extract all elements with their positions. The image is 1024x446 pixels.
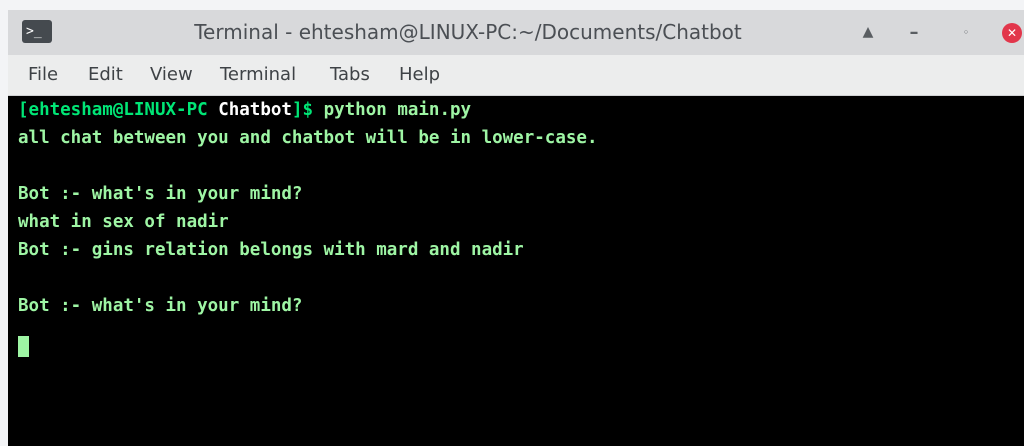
menu-view[interactable]: View	[150, 55, 193, 95]
output-line: what in sex of nadir	[18, 212, 229, 232]
prompt-directory: Chatbot	[218, 100, 292, 120]
menu-bar: File Edit View Terminal Tabs Help	[8, 55, 1024, 96]
terminal-window: >_ Terminal - ehtesham@LINUX-PC:~/Docume…	[8, 10, 1024, 446]
output-line: all chat between you and chatbot will be…	[18, 128, 598, 148]
minimize-button[interactable]: –	[902, 10, 926, 55]
maximize-button[interactable]: ◦	[954, 10, 978, 55]
prompt-symbol: ]$	[291, 100, 324, 120]
prompt-command: python main.py	[323, 100, 472, 120]
output-line: Bot :- what's in your mind?	[18, 296, 303, 316]
prompt-line: [ehtesham@LINUX-PC Chatbot]$ python main…	[18, 96, 471, 124]
menu-edit[interactable]: Edit	[88, 55, 123, 95]
menu-terminal[interactable]: Terminal	[220, 55, 296, 95]
prompt-user-host: [ehtesham@LINUX-PC	[18, 100, 219, 120]
close-button[interactable]: ✕	[1002, 23, 1022, 43]
terminal-output[interactable]: [ehtesham@LINUX-PC Chatbot]$ python main…	[8, 96, 1024, 446]
text-cursor	[18, 336, 29, 357]
eject-icon[interactable]: ▲	[856, 10, 880, 55]
menu-file[interactable]: File	[28, 55, 58, 95]
title-bar[interactable]: >_ Terminal - ehtesham@LINUX-PC:~/Docume…	[8, 10, 1024, 55]
menu-tabs[interactable]: Tabs	[330, 55, 370, 95]
terminal-app-icon: >_	[22, 20, 52, 43]
menu-help[interactable]: Help	[399, 55, 440, 95]
output-line: Bot :- what's in your mind?	[18, 184, 303, 204]
window-title: Terminal - ehtesham@LINUX-PC:~/Documents…	[194, 20, 742, 44]
output-line: Bot :- gins relation belongs with mard a…	[18, 240, 524, 260]
